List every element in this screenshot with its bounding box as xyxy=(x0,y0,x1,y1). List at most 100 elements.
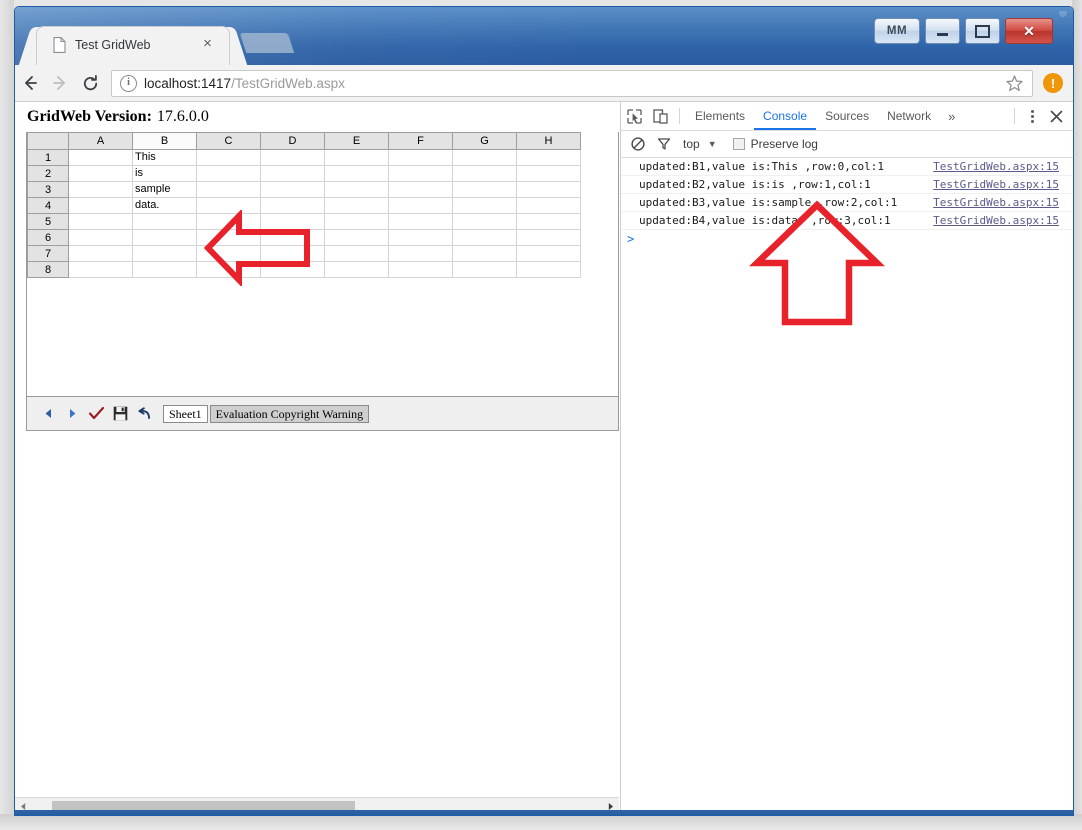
site-info-icon[interactable]: i xyxy=(120,74,137,92)
grid-cell-G4[interactable] xyxy=(452,197,517,214)
grid-cell-A4[interactable] xyxy=(68,197,133,214)
spreadsheet-grid[interactable]: ABCDEFGH 1 This 2 is 3 sample 4 data. 5 6 7 8 xyxy=(27,132,581,278)
console-message-source-link[interactable]: TestGridWeb.aspx:15 xyxy=(933,160,1059,173)
tab-console[interactable]: Console xyxy=(754,103,816,130)
tab-close-icon[interactable]: × xyxy=(200,36,215,52)
grid-cell-E7[interactable] xyxy=(324,245,389,262)
tab-elements[interactable]: Elements xyxy=(686,103,754,130)
grid-cell-D2[interactable] xyxy=(260,165,325,182)
grid-row-header-8[interactable]: 8 xyxy=(27,261,69,278)
grid-cell-E2[interactable] xyxy=(324,165,389,182)
console-context-selector[interactable]: top xyxy=(683,137,700,151)
grid-cell-G3[interactable] xyxy=(452,181,517,198)
grid-cell-C7[interactable] xyxy=(196,245,261,262)
grid-cell-E1[interactable] xyxy=(324,149,389,166)
grid-cell-D5[interactable] xyxy=(260,213,325,230)
grid-cell-G8[interactable] xyxy=(452,261,517,278)
grid-cell-E8[interactable] xyxy=(324,261,389,278)
grid-cell-H7[interactable] xyxy=(516,245,581,262)
address-bar[interactable]: i localhost:1417/TestGridWeb.aspx xyxy=(111,69,1033,98)
sheet-tab-sheet1[interactable]: Sheet1 xyxy=(163,404,208,423)
grid-cell-B5[interactable] xyxy=(132,213,197,230)
grid-cell-D8[interactable] xyxy=(260,261,325,278)
minimize-button[interactable] xyxy=(925,18,960,44)
console-message-source-link[interactable]: TestGridWeb.aspx:15 xyxy=(933,196,1059,209)
grid-cell-E5[interactable] xyxy=(324,213,389,230)
grid-cell-C8[interactable] xyxy=(196,261,261,278)
grid-cell-F6[interactable] xyxy=(388,229,453,246)
prev-sheet-button[interactable] xyxy=(37,403,59,425)
chevron-down-icon[interactable]: ▼ xyxy=(708,139,717,149)
devtools-close-icon[interactable] xyxy=(1043,103,1069,129)
grid-cell-F3[interactable] xyxy=(388,181,453,198)
console-output[interactable]: updated:B1,value is:This ,row:0,col:1 Tes… xyxy=(621,158,1073,815)
grid-cell-F1[interactable] xyxy=(388,149,453,166)
grid-cell-G7[interactable] xyxy=(452,245,517,262)
tab-sources[interactable]: Sources xyxy=(816,103,878,130)
grid-cell-F2[interactable] xyxy=(388,165,453,182)
devtools-menu-icon[interactable] xyxy=(1021,105,1043,127)
grid-cell-C6[interactable] xyxy=(196,229,261,246)
grid-cell-B7[interactable] xyxy=(132,245,197,262)
sheet-tab-evaluation-warning[interactable]: Evaluation Copyright Warning xyxy=(209,404,370,423)
inspect-element-icon[interactable] xyxy=(621,103,647,129)
back-button[interactable] xyxy=(15,68,45,98)
grid-cell-G1[interactable] xyxy=(452,149,517,166)
grid-cell-F4[interactable] xyxy=(388,197,453,214)
grid-cell-C3[interactable] xyxy=(196,181,261,198)
grid-column-header-a[interactable]: A xyxy=(68,132,133,150)
grid-row-header-5[interactable]: 5 xyxy=(27,213,69,230)
browser-tab-active[interactable]: Test GridWeb × xyxy=(37,27,229,65)
grid-row-header-1[interactable]: 1 xyxy=(27,149,69,166)
grid-cell-B2[interactable]: is xyxy=(132,165,197,182)
grid-cell-B8[interactable] xyxy=(132,261,197,278)
grid-column-header-b[interactable]: B xyxy=(132,132,197,150)
close-window-button[interactable]: ✕ xyxy=(1005,18,1053,44)
grid-cell-H5[interactable] xyxy=(516,213,581,230)
save-button[interactable] xyxy=(109,403,131,425)
grid-cell-H2[interactable] xyxy=(516,165,581,182)
grid-cell-H1[interactable] xyxy=(516,149,581,166)
grid-cell-A1[interactable] xyxy=(68,149,133,166)
grid-cell-D4[interactable] xyxy=(260,197,325,214)
grid-cell-G5[interactable] xyxy=(452,213,517,230)
next-sheet-button[interactable] xyxy=(61,403,83,425)
grid-cell-A5[interactable] xyxy=(68,213,133,230)
grid-cell-D3[interactable] xyxy=(260,181,325,198)
grid-cell-A7[interactable] xyxy=(68,245,133,262)
grid-cell-D1[interactable] xyxy=(260,149,325,166)
reload-button[interactable] xyxy=(75,68,105,98)
grid-column-header-d[interactable]: D xyxy=(260,132,325,150)
bookmark-star-icon[interactable] xyxy=(1005,74,1024,98)
grid-cell-D7[interactable] xyxy=(260,245,325,262)
grid-cell-C2[interactable] xyxy=(196,165,261,182)
grid-cell-B6[interactable] xyxy=(132,229,197,246)
grid-cell-C1[interactable] xyxy=(196,149,261,166)
grid-cell-B4[interactable]: data. xyxy=(132,197,197,214)
submit-button[interactable] xyxy=(85,403,107,425)
grid-column-header-h[interactable]: H xyxy=(516,132,581,150)
grid-row-header-6[interactable]: 6 xyxy=(27,229,69,246)
grid-cell-A8[interactable] xyxy=(68,261,133,278)
grid-cell-F7[interactable] xyxy=(388,245,453,262)
preserve-log-checkbox[interactable] xyxy=(732,138,745,150)
grid-column-header-c[interactable]: C xyxy=(196,132,261,150)
clear-console-icon[interactable] xyxy=(625,131,651,157)
grid-cell-A2[interactable] xyxy=(68,165,133,182)
grid-row-header-2[interactable]: 2 xyxy=(27,165,69,182)
grid-cell-E3[interactable] xyxy=(324,181,389,198)
filter-icon[interactable] xyxy=(651,131,677,157)
forward-button[interactable] xyxy=(45,68,75,98)
mm-button[interactable]: MM xyxy=(874,18,920,44)
more-tabs-icon[interactable]: » xyxy=(940,109,963,124)
tab-network[interactable]: Network xyxy=(878,103,940,130)
grid-row-header-3[interactable]: 3 xyxy=(27,181,69,198)
grid-row-header-7[interactable]: 7 xyxy=(27,245,69,262)
console-message-source-link[interactable]: TestGridWeb.aspx:15 xyxy=(933,178,1059,191)
grid-cell-H6[interactable] xyxy=(516,229,581,246)
grid-cell-H3[interactable] xyxy=(516,181,581,198)
grid-cell-A6[interactable] xyxy=(68,229,133,246)
grid-cell-C5[interactable] xyxy=(196,213,261,230)
device-toolbar-icon[interactable] xyxy=(647,103,673,129)
grid-cell-E4[interactable] xyxy=(324,197,389,214)
